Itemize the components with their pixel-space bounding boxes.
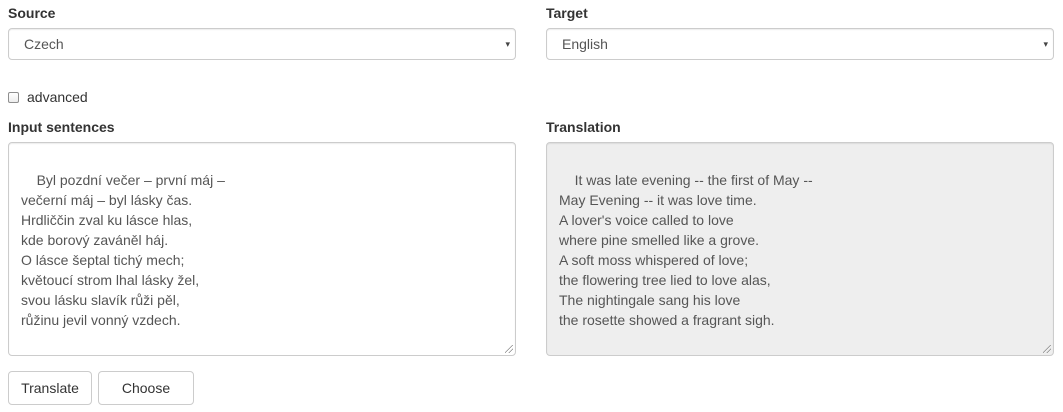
input-sentences-textarea[interactable]: Byl pozdní večer – první máj – večerní m… (8, 142, 516, 356)
resize-grip-icon[interactable] (1043, 345, 1051, 353)
advanced-option: advanced (8, 87, 88, 107)
chevron-down-icon: ▾ (1043, 39, 1048, 49)
source-language-select[interactable]: Czech ▾ (8, 28, 516, 60)
input-sentences-label: Input sentences (8, 119, 115, 135)
choose-file-button[interactable]: Choose file (98, 371, 194, 405)
advanced-label[interactable]: advanced (27, 89, 88, 105)
input-sentences-text: Byl pozdní večer – první máj – večerní m… (21, 172, 225, 328)
translation-output-textarea[interactable]: It was late evening -- the first of May … (546, 142, 1054, 356)
source-label: Source (8, 5, 56, 21)
translation-text: It was late evening -- the first of May … (559, 172, 813, 328)
translator-page: Source Czech ▾ Target English ▾ advanced… (0, 0, 1063, 412)
advanced-checkbox[interactable] (8, 91, 19, 103)
translate-button[interactable]: Translate (8, 371, 92, 405)
translation-label: Translation (546, 119, 621, 135)
target-selected-value: English (562, 36, 608, 52)
resize-grip-icon[interactable] (505, 345, 513, 353)
chevron-down-icon: ▾ (505, 39, 510, 49)
target-label: Target (546, 5, 588, 21)
source-selected-value: Czech (24, 36, 64, 52)
target-language-select[interactable]: English ▾ (546, 28, 1054, 60)
